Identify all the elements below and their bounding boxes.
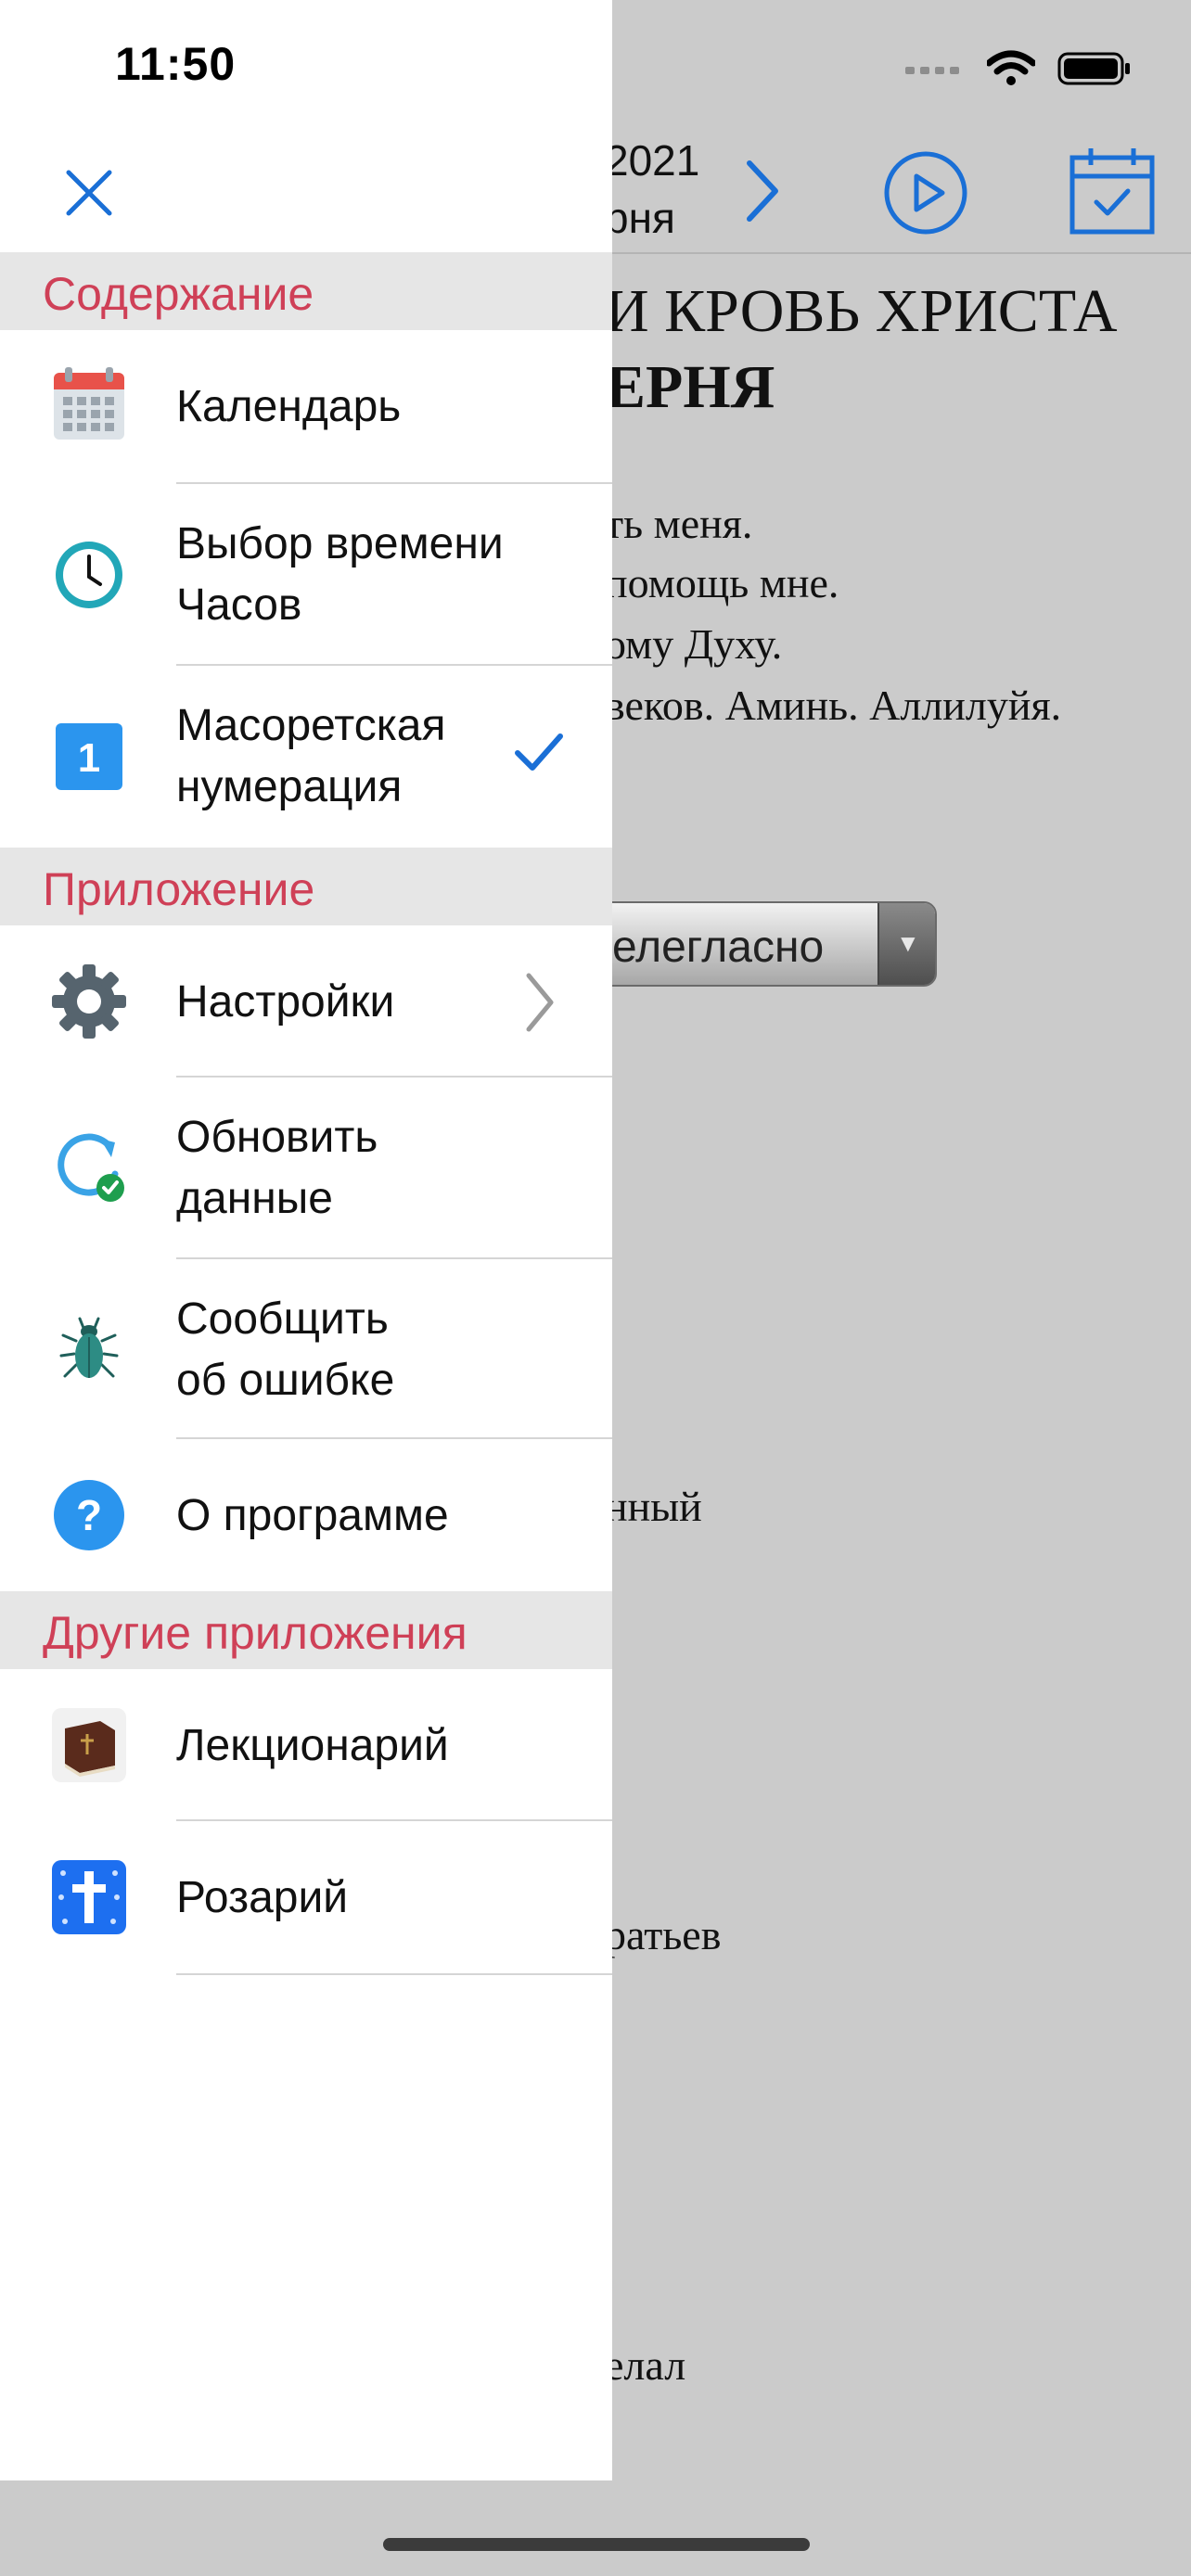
bug-icon bbox=[59, 1317, 119, 1378]
menu-item-lectionary[interactable]: Лекционарий bbox=[0, 1669, 612, 1821]
refresh-icon bbox=[58, 1133, 124, 1202]
reading-line: веков. Аминь. Аллилуйя. bbox=[605, 682, 1062, 729]
menu-item-report-bug[interactable]: Сообщить об ошибке bbox=[0, 1259, 612, 1439]
menu-item-settings[interactable]: Настройки bbox=[0, 925, 612, 1078]
menu-item-update-data[interactable]: Обновить данные bbox=[0, 1078, 612, 1259]
reading-title-line1: И КРОВЬ ХРИСТА bbox=[605, 277, 1118, 345]
menu-item-label: Настройки bbox=[176, 977, 395, 1027]
status-indicators bbox=[905, 48, 1132, 89]
side-menu-drawer: 11:50 Содержание Календарь Выбор времени… bbox=[0, 0, 612, 2480]
calendar-icon bbox=[54, 367, 124, 440]
reading-line: ому Духу. bbox=[605, 620, 783, 668]
menu-item-rosary[interactable]: Розарий bbox=[0, 1821, 612, 1975]
chevron-right-icon bbox=[526, 973, 554, 1032]
section-header-application: Приложение bbox=[0, 848, 612, 925]
signal-icon bbox=[905, 67, 959, 74]
dropdown-arrow-button[interactable]: ▼ bbox=[877, 903, 935, 985]
status-time: 11:50 bbox=[115, 38, 237, 90]
gear-icon bbox=[52, 964, 126, 1039]
menu-item-label: Выбор времени Часов bbox=[176, 519, 504, 630]
menu-item-label: Сообщить об ошибке bbox=[176, 1294, 395, 1405]
date-month: рня bbox=[605, 194, 675, 242]
section-title: Другие приложения bbox=[43, 1607, 467, 1659]
menu-item-masoretic-numbering[interactable]: 1 Масоретская нумерация bbox=[0, 666, 612, 848]
dropdown-value: елегласно bbox=[612, 923, 825, 972]
reading-line: помощь мне. bbox=[605, 559, 839, 606]
reading-fragment: ратьев bbox=[605, 1911, 722, 1958]
checkmark-icon bbox=[515, 733, 563, 771]
menu-item-label: Календарь bbox=[176, 382, 402, 431]
section-title: Содержание bbox=[43, 268, 314, 320]
home-indicator[interactable] bbox=[383, 2538, 810, 2551]
menu-item-label: Розарий bbox=[176, 1873, 349, 1922]
section-header-other-apps: Другие приложения bbox=[0, 1591, 612, 1669]
clock-icon bbox=[56, 542, 122, 608]
menu-item-label: Обновить данные bbox=[176, 1113, 378, 1223]
menu-item-label: Масоретская нумерация bbox=[176, 701, 446, 811]
menu-item-label: Лекционарий bbox=[176, 1721, 449, 1770]
play-icon[interactable] bbox=[883, 150, 968, 236]
date-year: 2021 bbox=[605, 136, 700, 185]
svg-text:1: 1 bbox=[78, 735, 100, 781]
battery-icon bbox=[1057, 52, 1130, 85]
menu-item-calendar[interactable]: Календарь bbox=[0, 330, 612, 484]
chevron-right-icon[interactable] bbox=[742, 158, 783, 224]
menu-item-hours-time[interactable]: Выбор времени Часов bbox=[0, 484, 612, 666]
triangle-down-icon: ▼ bbox=[896, 929, 920, 957]
question-icon: ? bbox=[54, 1480, 124, 1550]
number-one-icon: 1 bbox=[56, 723, 122, 790]
calendar-check-icon[interactable] bbox=[1069, 145, 1156, 236]
reading-line: ть меня. bbox=[605, 500, 753, 547]
menu-item-label: О программе bbox=[176, 1491, 449, 1540]
cross-app-icon bbox=[52, 1860, 126, 1934]
svg-text:?: ? bbox=[76, 1491, 102, 1539]
wifi-icon bbox=[987, 50, 1035, 85]
section-header-contents: Содержание bbox=[0, 252, 612, 330]
reading-title-line2: ЕРНЯ bbox=[605, 353, 775, 421]
book-icon bbox=[52, 1708, 126, 1782]
section-title: Приложение bbox=[43, 863, 315, 915]
reading-fragment: елал bbox=[605, 2341, 686, 2389]
separator bbox=[176, 1973, 612, 1975]
close-icon[interactable] bbox=[63, 167, 115, 219]
menu-item-about[interactable]: ? О программе bbox=[0, 1439, 612, 1591]
reading-fragment: нный bbox=[605, 1483, 702, 1530]
